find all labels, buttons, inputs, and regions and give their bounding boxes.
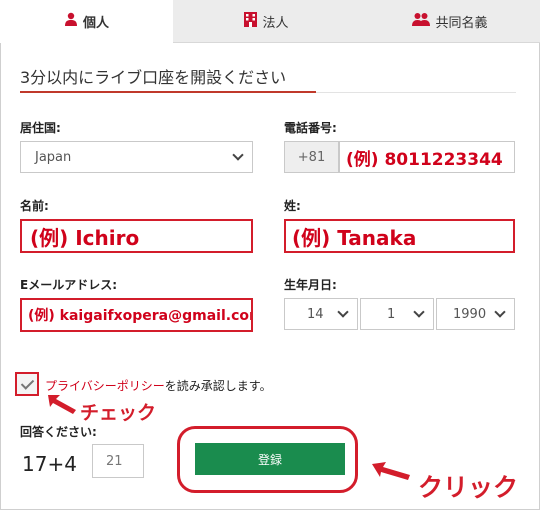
country-select[interactable]: Japan [20, 141, 253, 173]
captcha-label: 回答ください: [20, 425, 97, 439]
last-name-value: (例) Tanaka [292, 225, 417, 250]
email-value: (例) kaigaifxopera@gmail.com [28, 308, 253, 324]
privacy-checkbox[interactable] [15, 372, 39, 396]
country-label: 居住国: [20, 121, 61, 135]
phone-input[interactable]: (例) 8011223344 [339, 141, 515, 173]
phone-label: 電話番号: [284, 121, 337, 135]
privacy-consent-text: プライバシーポリシーを読み承認します。 [45, 379, 272, 393]
chevron-down-icon [337, 306, 349, 318]
person-icon [64, 12, 78, 30]
tab-joint[interactable]: 共同名義 [360, 0, 540, 43]
account-type-tabs: 個人 法人 共同名義 [0, 0, 540, 43]
last-name-input[interactable]: (例) Tanaka [284, 219, 515, 253]
phone-value: (例) 8011223344 [346, 149, 503, 170]
title-underline [20, 91, 316, 93]
tab-corporate[interactable]: 法人 [173, 0, 360, 43]
phone-country-code: +81 [284, 141, 339, 173]
privacy-policy-link[interactable]: プライバシーポリシー [45, 379, 165, 393]
users-icon [412, 12, 431, 30]
tab-label: 個人 [82, 15, 109, 31]
birth-year-select[interactable]: 1990 [436, 298, 515, 330]
country-value: Japan [35, 149, 72, 165]
arrow-annotation-click [372, 462, 410, 480]
section-title: 3分以内にライブ口座を開設ください [20, 68, 287, 87]
captcha-question: 17+4 [22, 452, 77, 476]
building-icon [244, 11, 258, 31]
tab-individual[interactable]: 個人 [0, 0, 173, 43]
first-name-value: (例) Ichiro [30, 225, 140, 250]
birth-day-select[interactable]: 14 [284, 298, 358, 330]
chevron-down-icon [232, 149, 244, 161]
email-label: Eメールアドレス: [20, 278, 117, 292]
click-annotation: クリック [418, 473, 519, 502]
check-annotation: チェック [80, 402, 157, 424]
register-button[interactable]: 登録 [195, 443, 345, 475]
tab-label: 共同名義 [435, 15, 488, 31]
tab-label: 法人 [262, 15, 289, 31]
last-name-label: 姓: [284, 199, 301, 213]
first-name-input[interactable]: (例) Ichiro [20, 219, 253, 253]
checkmark-icon [20, 375, 34, 390]
first-name-label: 名前: [20, 199, 49, 213]
captcha-answer-input[interactable]: 21 [92, 444, 144, 478]
chevron-down-icon [494, 306, 506, 318]
email-input[interactable]: (例) kaigaifxopera@gmail.com [20, 298, 253, 332]
birth-month-select[interactable]: 1 [360, 298, 434, 330]
chevron-down-icon [413, 306, 425, 318]
arrow-annotation-check [48, 395, 76, 414]
birthdate-label: 生年月日: [284, 278, 337, 292]
